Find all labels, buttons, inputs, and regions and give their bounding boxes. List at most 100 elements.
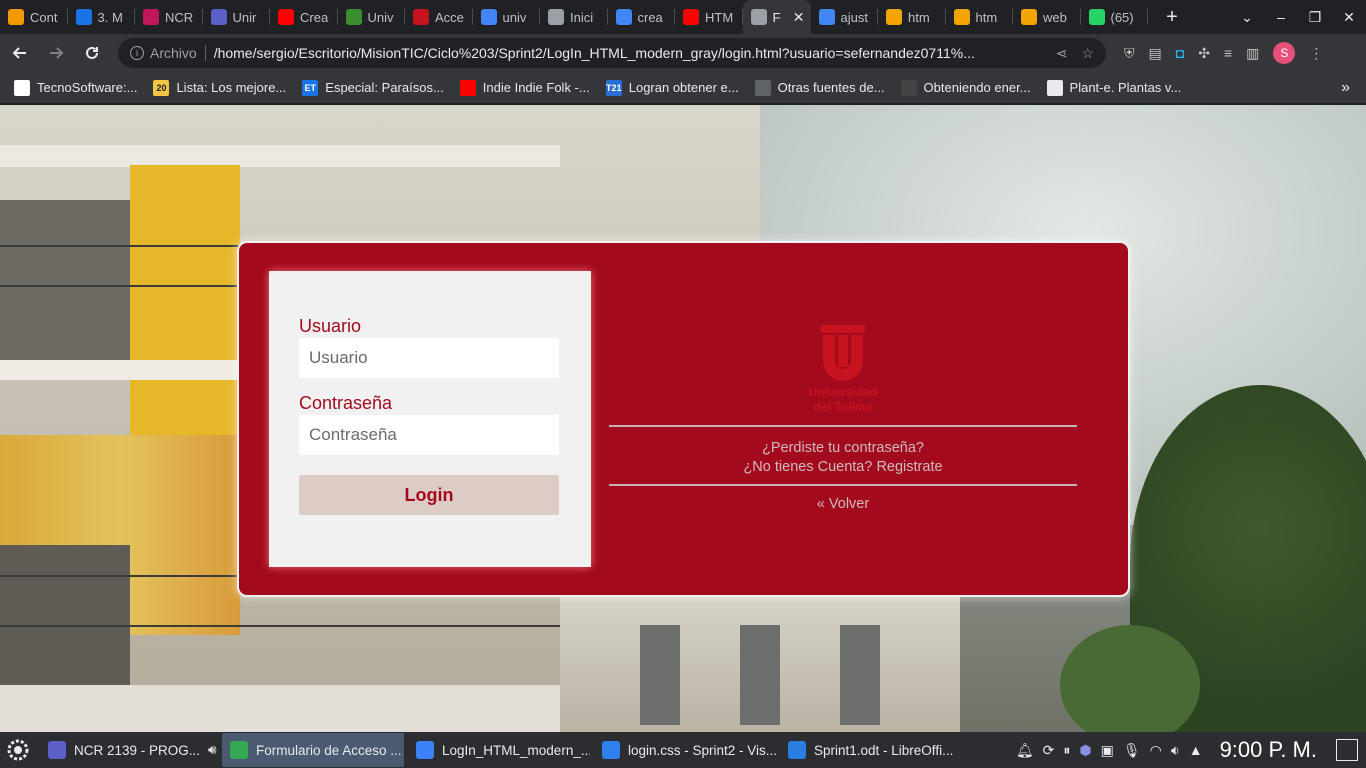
chrome-icon [230, 741, 248, 759]
update-icon[interactable]: ⟳ [1043, 742, 1055, 759]
url-text[interactable]: /home/sergio/Escritorio/MisionTIC/Ciclo%… [214, 45, 1056, 61]
browser-tab[interactable]: F ✕ [742, 0, 811, 34]
tab-title: HTM [705, 9, 734, 25]
browser-tab[interactable]: crea [608, 0, 676, 34]
site-info[interactable]: i Archivo [130, 45, 197, 61]
start-menu-button[interactable] [0, 732, 36, 768]
bookmarks-overflow-icon[interactable]: » [1341, 79, 1350, 97]
google-icon [615, 9, 632, 25]
browser-tab[interactable]: univ [473, 0, 541, 34]
tab-strip: Cont 3. M NCR Unir Crea Univ Acce univ Inici crea… [0, 0, 1366, 34]
t21-icon: T21 [605, 79, 622, 96]
background-window-dark [0, 200, 130, 360]
divider-bottom [609, 484, 1077, 486]
bookmark-item[interactable]: 20 Lista: Los mejore... [153, 79, 286, 96]
menu-kebab-icon[interactable]: ⋮ [1309, 45, 1323, 62]
minimize-icon[interactable]: ‒ [1264, 9, 1298, 25]
browser-tab[interactable]: Cont [0, 0, 68, 34]
wifi-icon[interactable]: ◠ [1150, 742, 1162, 759]
address-bar[interactable]: i Archivo /home/sergio/Escritorio/Mision… [118, 38, 1106, 68]
bookmark-item[interactable]: Indie Indie Folk -... [459, 79, 590, 96]
share-icon[interactable]: ⋖ [1056, 45, 1068, 62]
bookmark-label: Otras fuentes de... [777, 80, 885, 95]
extension-color-icon[interactable]: ◘ [1176, 45, 1184, 61]
tray-expand-icon[interactable]: ▲ [1189, 742, 1203, 758]
pause-icon[interactable]: ⏸ [1063, 742, 1070, 759]
clipboard-icon[interactable]: ▣ [1101, 742, 1114, 759]
register-link[interactable]: ¿No tienes Cuenta? Registrate [743, 459, 942, 475]
reload-button[interactable] [76, 37, 108, 69]
bookmark-label: Especial: Paraísos... [325, 80, 444, 95]
login-form: Usuario Contraseña Login [269, 271, 591, 567]
browser-tab[interactable]: Acce [405, 0, 473, 34]
bookmark-item[interactable]: Otras fuentes de... [754, 79, 885, 96]
bookmark-item[interactable]: T21 Logran obtener e... [605, 79, 739, 96]
close-window-icon[interactable]: ✕ [1332, 9, 1366, 26]
browser-tab[interactable]: Crea [270, 0, 338, 34]
username-label: Usuario [299, 316, 362, 336]
browser-tab[interactable]: ajust [811, 0, 879, 34]
username-input[interactable] [299, 338, 559, 378]
tab-title: NCR [165, 9, 194, 25]
tab-title: web [1043, 9, 1067, 25]
background-floor-slab [0, 145, 560, 167]
password-input[interactable] [299, 415, 559, 455]
browser-tab[interactable]: htm [878, 0, 946, 34]
forward-button[interactable] [40, 37, 72, 69]
taskbar-item[interactable]: Sprint1.odt - LibreOffi... [780, 733, 962, 767]
close-tab-icon[interactable]: ✕ [793, 9, 805, 26]
energy-icon [900, 79, 917, 96]
browser-tab[interactable]: Unir [203, 0, 271, 34]
teams-tray-icon[interactable]: ⬢ [1079, 742, 1091, 759]
bookmark-item[interactable]: Obteniendo ener... [900, 79, 1031, 96]
taskbar-item-label: Formulario de Acceso ... [256, 742, 402, 758]
browser-tab[interactable]: Univ [338, 0, 406, 34]
taskbar-item[interactable]: Formulario de Acceso ... [222, 733, 404, 767]
bookmark-label: Obteniendo ener... [923, 80, 1031, 95]
browser-tab[interactable]: HTM [675, 0, 743, 34]
puzzle-icon[interactable]: ✣ [1198, 45, 1210, 62]
notification-bell-icon[interactable]: 🔔︎ [1016, 742, 1034, 759]
taskbar-item[interactable]: LogIn_HTML_modern_... [408, 733, 590, 767]
document-icon[interactable]: ▤ [1149, 45, 1162, 62]
shield-icon[interactable]: ⛨ [1124, 45, 1135, 62]
maximize-icon[interactable]: ❐ [1298, 9, 1332, 26]
bookmark-item[interactable]: TecnoSoftware:... [14, 79, 137, 96]
tab-title: ajust [840, 9, 868, 25]
bookmark-star-icon[interactable]: ☆ [1081, 45, 1094, 62]
login-side-panel: Universidad del Tolima ¿Perdiste tu cont… [609, 243, 1079, 599]
vscode-icon [602, 741, 620, 759]
browser-tab[interactable]: NCR [135, 0, 203, 34]
bookmark-item[interactable]: ET Especial: Paraísos... [302, 79, 444, 96]
login-button[interactable]: Login [299, 475, 559, 515]
volume-icon[interactable]: 🔉︎ [1171, 742, 1180, 759]
background-railing [0, 625, 580, 627]
tab-title: htm [908, 9, 930, 25]
back-link[interactable]: « Volver [817, 496, 869, 512]
side-panel-icon[interactable]: ▥ [1246, 45, 1259, 62]
back-button[interactable] [4, 37, 36, 69]
taskbar-item[interactable]: NCR 2139 - PROG... 🔊︎ [40, 733, 218, 767]
tab-title: Unir [232, 9, 257, 25]
browser-tab[interactable]: htm [946, 0, 1014, 34]
taskbar-item[interactable]: login.css - Sprint2 - Vis... [594, 733, 776, 767]
youtube-icon [278, 9, 294, 25]
browser-tab[interactable]: (65) [1081, 0, 1149, 34]
logo-text-line1: Universidad [808, 385, 878, 399]
profile-avatar[interactable]: S [1273, 42, 1296, 64]
logo-text-line2: del Tolima [813, 400, 873, 414]
tab-title: Acce [435, 9, 464, 25]
bookmark-item[interactable]: Plant-e. Plantas v... [1046, 79, 1181, 96]
forgot-password-link[interactable]: ¿Perdiste tu contraseña? [762, 440, 924, 456]
back-arrow-icon [12, 47, 26, 59]
microphone-icon[interactable]: 🎙︎ [1123, 742, 1141, 759]
system-clock[interactable]: 9:00 P. M. [1220, 737, 1317, 763]
tab-search-icon[interactable]: ⌄ [1230, 9, 1264, 26]
new-tab-button[interactable]: + [1156, 6, 1188, 29]
show-desktop-button[interactable] [1336, 739, 1358, 761]
play-icon [143, 9, 159, 25]
media-queue-icon[interactable]: ≡ [1224, 45, 1232, 61]
browser-tab[interactable]: Inici [540, 0, 608, 34]
browser-tab[interactable]: web [1013, 0, 1081, 34]
browser-tab[interactable]: 3. M [68, 0, 136, 34]
